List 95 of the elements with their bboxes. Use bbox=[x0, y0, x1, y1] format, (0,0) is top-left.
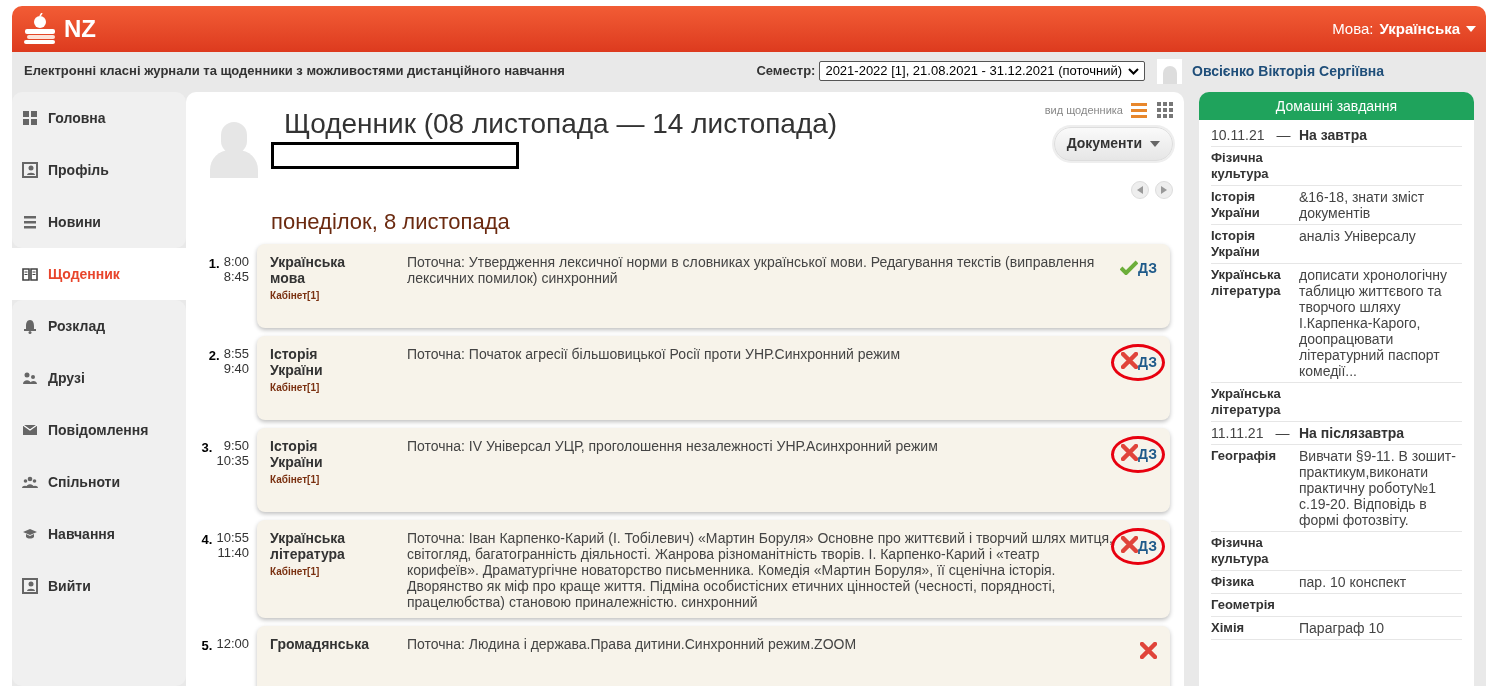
contact-card-icon bbox=[22, 578, 38, 594]
start-time: 10:55 bbox=[216, 529, 249, 545]
people-icon bbox=[22, 370, 38, 386]
homework-task: пар. 10 конспект bbox=[1299, 574, 1408, 590]
sidebar-item[interactable]: Вийти bbox=[12, 560, 186, 612]
previous-week-button[interactable] bbox=[1131, 180, 1149, 199]
homework-date: 11.11.21 bbox=[1211, 425, 1264, 441]
homework-task: Параграф 10 bbox=[1299, 620, 1386, 636]
user-avatar bbox=[1157, 58, 1183, 84]
room-label: Кабінет[1] bbox=[270, 472, 320, 487]
homework-subject: Історія України bbox=[1211, 189, 1261, 221]
lesson-number: 3. bbox=[201, 438, 213, 457]
subject-name: Історія України bbox=[270, 345, 324, 378]
subject-name: Українська література bbox=[270, 529, 347, 562]
day-heading: понеділок, 8 листопада bbox=[271, 207, 511, 236]
lesson-topic: Поточна: Початок агресії більшовицької Росії проти УНР.Синхронний режим bbox=[407, 345, 901, 362]
user-name-link[interactable]: Овсієнко Вікторія Сергіївна bbox=[1192, 60, 1384, 82]
homework-header: Домашні завдання bbox=[1199, 92, 1474, 120]
semester-label: Семестр: bbox=[756, 62, 816, 81]
homework-subject: Геометрія bbox=[1211, 597, 1276, 613]
homework-day-label: На післязавтра bbox=[1299, 425, 1405, 441]
homework-subject: Хімія bbox=[1211, 620, 1246, 636]
sidebar-item[interactable]: Спільноти bbox=[12, 456, 186, 508]
group-icon bbox=[22, 474, 38, 490]
book-icon bbox=[22, 266, 38, 282]
caret-icon bbox=[1466, 26, 1476, 32]
lesson-topic: Поточна: IV Універсал УЦР, проголошення незалежності УНР.Асинхронний режим bbox=[407, 437, 938, 454]
homework-link[interactable]: ДЗ bbox=[1138, 446, 1157, 461]
end-time: 10:35 bbox=[216, 452, 249, 468]
homework-link[interactable]: ДЗ bbox=[1138, 260, 1157, 275]
lines-icon bbox=[22, 214, 38, 230]
view-label: вид щоденника bbox=[1044, 103, 1123, 118]
homework-subject: Українська література bbox=[1211, 267, 1282, 300]
end-time: 8:45 bbox=[223, 268, 249, 284]
homework-subject: Географія bbox=[1211, 448, 1278, 465]
envelope-icon bbox=[22, 422, 38, 438]
room-label: Кабінет[1] bbox=[270, 564, 320, 579]
semester-select[interactable]: 2021-2022 [1], 21.08.2021 - 31.12.2021 (поточний) bbox=[819, 61, 1146, 81]
start-time: 12:00 bbox=[216, 635, 249, 651]
contact-card-icon bbox=[22, 162, 38, 178]
sidebar-item[interactable]: Друзі bbox=[12, 352, 186, 404]
lesson-number: 1. bbox=[208, 254, 220, 273]
sidebar-item[interactable]: Щоденник bbox=[12, 248, 186, 300]
room-label: Кабінет[1] bbox=[270, 288, 320, 303]
language-menu[interactable]: Мова: Українська bbox=[1332, 17, 1476, 41]
caret-icon bbox=[1150, 140, 1160, 147]
homework-task: аналіз Універсалу bbox=[1299, 228, 1417, 246]
homework-subject: Фізика bbox=[1211, 574, 1255, 590]
homework-link[interactable]: ДЗ bbox=[1138, 354, 1157, 369]
homework-link[interactable]: ДЗ bbox=[1138, 538, 1157, 553]
subject-name: Українська мова bbox=[270, 253, 347, 286]
start-time: 8:00 bbox=[223, 253, 249, 269]
lesson-topic: Поточна: Утвердження лексичної норми в словниках української мови. Редагування текстів (виправлення лексичних помилок) синхронний bbox=[407, 253, 1096, 286]
end-time: 9:40 bbox=[223, 360, 249, 376]
lesson-number: 5. bbox=[201, 636, 213, 655]
homework-subject: Фізична культура bbox=[1211, 535, 1270, 567]
start-time: 9:50 bbox=[223, 437, 249, 453]
homework-date: 10.11.21 bbox=[1211, 127, 1265, 143]
left-triangle-icon bbox=[1137, 185, 1143, 194]
homework-task: &16-18, знати зміст документів bbox=[1299, 189, 1426, 221]
next-week-button[interactable] bbox=[1155, 180, 1173, 199]
lesson-topic: Поточна: Людина і держава.Права дитини.Синхронний режим.ZOOM bbox=[407, 635, 857, 652]
bell-icon bbox=[22, 318, 38, 334]
homework-task: дописати хронологічну таблицю життєвого та творчого шляху І.Карпенка-Карого, доопрацювати літературний паспорт комедії... bbox=[1299, 267, 1449, 379]
chevron-icon bbox=[1128, 67, 1140, 75]
sidebar-item[interactable]: Повідомлення bbox=[12, 404, 186, 456]
diary-title: Щоденник (08 листопада — 14 листопада) bbox=[284, 108, 838, 140]
sidebar-item[interactable]: Навчання bbox=[12, 508, 186, 560]
start-time: 8:55 bbox=[223, 345, 249, 361]
dash-separator: — bbox=[1275, 425, 1290, 441]
logo-text[interactable]: NZ bbox=[64, 11, 96, 47]
homework-subject: Українська література bbox=[1211, 386, 1282, 418]
grid-view-icon[interactable] bbox=[1157, 102, 1173, 119]
homework-task: Вивчати §9-11. В зошит-практикум,виконати практичну роботу№1 с.19-20. Відповідь в формі фотозвіту. bbox=[1299, 448, 1457, 528]
room-label: Кабінет[1] bbox=[270, 380, 320, 395]
right-triangle-icon bbox=[1161, 185, 1167, 194]
homework-subject: Історія України bbox=[1211, 228, 1261, 260]
sidebar-item[interactable]: Розклад bbox=[12, 300, 186, 352]
homework-subject: Фізична культура bbox=[1211, 150, 1270, 182]
subject-name: Громадянська bbox=[270, 635, 369, 652]
list-view-icon[interactable] bbox=[1131, 102, 1147, 119]
site-tagline: Електронні класні журнали та щоденники з можливостями дистанційного навчання bbox=[24, 62, 565, 81]
dash-separator: — bbox=[1276, 127, 1291, 143]
lesson-number: 2. bbox=[208, 346, 220, 365]
homework-day-label: На завтра bbox=[1299, 127, 1367, 143]
documents-button[interactable]: Документи bbox=[1053, 126, 1173, 161]
grid-icon bbox=[22, 110, 38, 126]
subject-name: Історія України bbox=[270, 437, 324, 470]
sidebar-item[interactable]: Профіль bbox=[12, 144, 186, 196]
sidebar-item[interactable]: Головна bbox=[12, 92, 186, 144]
logo-icon bbox=[22, 13, 58, 45]
end-time: 11:40 bbox=[217, 544, 249, 560]
lesson-number: 4. bbox=[201, 530, 213, 549]
sidebar-item[interactable]: Новини bbox=[12, 196, 186, 248]
lesson-topic: Поточна: Іван Карпенко-Карий (І. Тобілевич) «Мартин Боруля» Основне про життєвий і творчий шлях митця, світогляд, багатогранність діяльності. Жанрова різноманітність творів. І. Карпенко-Карий і «театр корифеїв». Драматургічне новаторство письменника. Комедія «Мартин Боруля», її сценічна історія. Дворянство як міф про краще життя. Підміна особистісних етичних цінностей (чесності, порядності, працелюбства) становою приналежністю. синхронний bbox=[407, 529, 1113, 610]
